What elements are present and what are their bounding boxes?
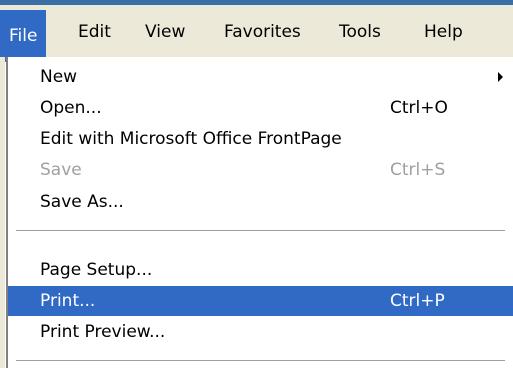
menu-item-edit-with-frontpage[interactable]: Edit with Microsoft Office FrontPage — [8, 124, 513, 154]
screen: File Edit View Favorites Tools Help New … — [0, 0, 513, 368]
menu-item-print-preview[interactable]: Print Preview... — [8, 317, 513, 347]
menu-bar: File Edit View Favorites Tools Help — [0, 5, 513, 62]
menu-item-save: Save Ctrl+S — [8, 155, 513, 185]
menu-item-label: Print... — [40, 291, 96, 311]
menu-item-label: Save — [40, 160, 82, 180]
menu-item-shortcut: Ctrl+S — [390, 160, 446, 180]
menu-favorites[interactable]: Favorites — [224, 17, 301, 47]
menu-item-label: Open... — [40, 98, 102, 118]
menu-separator — [16, 230, 505, 232]
menu-item-label: Page Setup... — [40, 260, 153, 280]
menu-tools[interactable]: Tools — [339, 17, 381, 47]
menu-item-print[interactable]: Print... Ctrl+P — [8, 286, 513, 316]
menu-item-new[interactable]: New — [8, 62, 513, 92]
menu-item-label: Edit with Microsoft Office FrontPage — [40, 129, 342, 149]
menu-separator — [16, 360, 505, 362]
menu-item-shortcut: Ctrl+O — [390, 98, 448, 118]
menu-item-label: Print Preview... — [40, 322, 166, 342]
menu-edit[interactable]: Edit — [78, 17, 111, 47]
menu-item-open[interactable]: Open... Ctrl+O — [8, 93, 513, 123]
menu-view[interactable]: View — [145, 17, 185, 47]
menu-item-page-setup[interactable]: Page Setup... — [8, 255, 513, 285]
menu-item-label: Save As... — [40, 192, 124, 212]
menu-item-label: New — [40, 67, 78, 87]
submenu-arrow-icon — [498, 72, 503, 82]
menu-item-shortcut: Ctrl+P — [390, 291, 445, 311]
background-window-edge — [0, 57, 5, 368]
file-menu-dropdown: New Open... Ctrl+O Edit with Microsoft O… — [8, 57, 513, 368]
menu-file[interactable]: File — [0, 10, 47, 62]
menu-item-save-as[interactable]: Save As... — [8, 187, 513, 217]
menu-help[interactable]: Help — [424, 17, 463, 47]
